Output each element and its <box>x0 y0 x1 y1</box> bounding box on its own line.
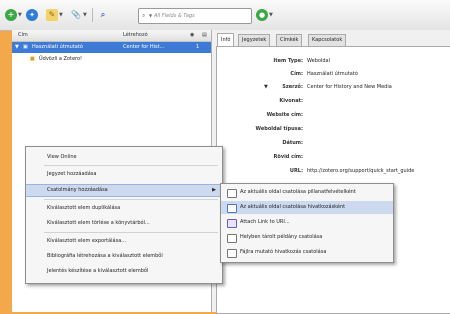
item-pane: Infó Jegyzetek Címkék Kapcsolatok Item T… <box>212 30 450 314</box>
item-title: Használati útmutató <box>32 44 83 50</box>
column-creator[interactable]: Létrehozó <box>123 30 148 41</box>
search-icon: ⌕ <box>142 12 146 19</box>
new-note-dropdown-icon[interactable]: ▼ <box>59 12 63 18</box>
info-panel: Item Type: Weboldal Cím: Használati útmu… <box>216 46 450 314</box>
menu-item-add-attachment[interactable]: Csatolmány hozzáadása ▶ <box>26 184 222 197</box>
snapshot-icon <box>227 189 237 198</box>
tab-notes[interactable]: Jegyzetek <box>238 34 271 46</box>
tab-info[interactable]: Infó <box>217 33 235 47</box>
item-attachment-count: 1 <box>196 44 200 50</box>
menu-separator <box>44 165 218 166</box>
menu-item-label: Kiválasztott elem duplikálása <box>47 205 121 211</box>
item-creator: Center for Hist... <box>123 44 165 50</box>
menu-item-export[interactable]: Kiválasztott elem exportálása... <box>26 235 222 247</box>
field-label-author: Szerző: <box>282 84 303 90</box>
submenu-item-label: Attach Link to URI... <box>240 219 290 225</box>
column-attachment-icon[interactable]: ◉ <box>190 30 194 41</box>
locate-dropdown-icon[interactable]: ▼ <box>269 12 273 18</box>
submenu-item-snapshot[interactable]: Az aktuális oldal csatolása pillanatfelv… <box>221 186 393 199</box>
webpage-icon: ▣ <box>23 44 28 50</box>
tab-related[interactable]: Kapcsolatok <box>308 34 347 46</box>
field-value-item-type[interactable]: Weboldal <box>307 58 330 64</box>
menu-item-add-note[interactable]: Jegyzet hozzáadása <box>26 168 222 180</box>
menu-item-label: Csatolmány hozzáadása <box>47 187 108 193</box>
field-label-date: Dátum: <box>282 140 303 146</box>
attachment-dropdown-icon[interactable]: ▼ <box>83 12 87 18</box>
items-column-header: Cím Létrehozó ◉ ▤ <box>12 30 211 42</box>
item-row[interactable]: ▼ ▣ Használati útmutató Center for Hist.… <box>12 42 211 53</box>
search-placeholder: All Fields & Tags <box>154 13 195 19</box>
item-title: Üdvözli a Zotero! <box>39 56 83 62</box>
advanced-search-icon[interactable]: ⌕ <box>97 9 109 21</box>
field-label-abstract: Kivonat: <box>279 98 303 104</box>
new-item-dropdown-icon[interactable]: ▼ <box>18 12 22 18</box>
submenu-item-link-page[interactable]: Az aktuális oldal csatolása hivatkozáské… <box>221 201 393 214</box>
field-value-url[interactable]: http://zotero.org/support/quick_start_gu… <box>307 168 414 174</box>
stored-file-icon <box>227 234 237 243</box>
new-note-icon[interactable]: ✎ <box>46 9 58 21</box>
search-mode-dropdown-icon[interactable]: ▼ <box>149 9 152 23</box>
link-page-icon <box>227 204 237 213</box>
item-tabs: Infó Jegyzetek Címkék Kapcsolatok <box>212 30 450 47</box>
column-title[interactable]: Cím <box>18 30 28 41</box>
menu-item-label: Kiválasztott elem exportálása... <box>47 238 127 244</box>
menu-item-label: Jegyzet hozzáadása <box>47 171 97 177</box>
field-label-website-title: Website cím: <box>266 112 303 118</box>
add-by-identifier-icon[interactable]: ✦ <box>26 9 38 21</box>
field-label-short-title: Rövid cím: <box>273 154 303 160</box>
submenu-item-label: Az aktuális oldal csatolása hivatkozáské… <box>240 204 346 210</box>
submenu-item-link-file[interactable]: Fájlra mutató hivatkozás csatolása <box>221 246 393 259</box>
menu-item-label: Kiválasztott elem törlése a könyvtárból.… <box>47 220 150 226</box>
submenu-item-label: Fájlra mutató hivatkozás csatolása <box>240 249 327 255</box>
menu-item-label: View Online <box>47 154 77 160</box>
submenu-item-stored-copy[interactable]: Helyben tárolt példány csatolása <box>221 231 393 244</box>
menu-item-view-online[interactable]: View Online <box>26 151 222 163</box>
attachment-icon[interactable]: 📎 <box>70 9 82 21</box>
menu-separator <box>44 232 218 233</box>
item-row[interactable]: ■ Üdvözli a Zotero! <box>12 54 211 65</box>
field-label-website-type: Weboldal típusa: <box>255 126 303 132</box>
linked-file-icon <box>227 249 237 258</box>
toolbar: + ▼ ✦ ✎ ▼ 📎 ▼ ⌕ ⌕ ▼ All Fields & Tags ● … <box>0 0 450 31</box>
menu-item-duplicate[interactable]: Kiválasztott elem duplikálása <box>26 202 222 214</box>
context-menu: View Online Jegyzet hozzáadása Csatolmán… <box>25 146 223 284</box>
submenu-arrow-icon: ▶ <box>212 187 216 193</box>
menu-item-create-bibliography[interactable]: Bibliográfia létrehozása a kiválasztott … <box>26 250 222 262</box>
new-item-icon[interactable]: + <box>5 9 17 21</box>
menu-item-label: Bibliográfia létrehozása a kiválasztott … <box>47 253 163 259</box>
attachment-submenu: Az aktuális oldal csatolása pillanatfelv… <box>220 183 394 263</box>
folder-icon: ■ <box>30 56 35 62</box>
menu-separator <box>44 199 218 200</box>
submenu-item-label: Az aktuális oldal csatolása pillanatfelv… <box>240 189 356 195</box>
locate-icon[interactable]: ● <box>256 9 268 21</box>
toolbar-separator <box>92 8 93 22</box>
submenu-item-link-uri[interactable]: Attach Link to URI... <box>221 216 393 229</box>
field-label-url: URL: <box>289 168 303 174</box>
menu-item-generate-report[interactable]: Jelentés készítése a kiválasztott elembő… <box>26 265 222 277</box>
field-label-item-type: Item Type: <box>273 58 303 64</box>
field-value-title[interactable]: Használati útmutató <box>307 71 358 77</box>
column-picker-icon[interactable]: ▤ <box>202 30 207 41</box>
tab-tags[interactable]: Címkék <box>276 34 303 46</box>
search-input[interactable]: ⌕ ▼ All Fields & Tags <box>138 8 252 24</box>
field-label-title: Cím: <box>290 71 303 77</box>
menu-item-delete[interactable]: Kiválasztott elem törlése a könyvtárból.… <box>26 217 222 229</box>
link-uri-icon <box>227 219 237 228</box>
expand-icon[interactable]: ▼ <box>15 42 19 53</box>
submenu-item-label: Helyben tárolt példány csatolása <box>240 234 323 240</box>
menu-item-label: Jelentés készítése a kiválasztott elembő… <box>47 268 149 274</box>
field-value-author[interactable]: Center for History and New Media <box>307 84 392 90</box>
